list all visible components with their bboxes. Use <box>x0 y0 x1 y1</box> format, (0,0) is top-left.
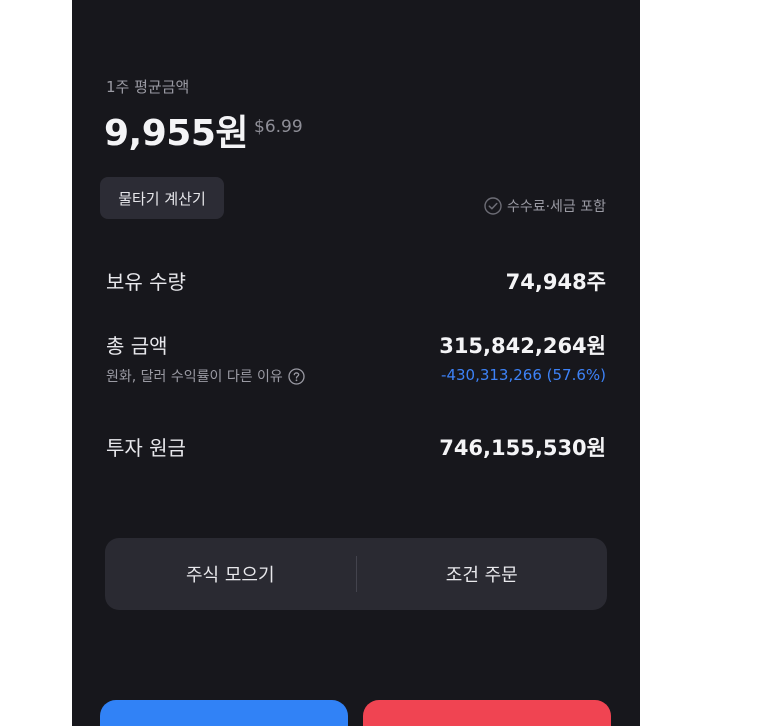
order-action-bar: 주식 모으기 조건 주문 <box>105 538 607 610</box>
buy-button[interactable] <box>100 700 348 726</box>
question-circle-icon[interactable] <box>288 367 305 385</box>
stock-detail-screen: 1주 평균금액 9,955원 $6.99 물타기 계산기 수수료·세금 포함 보… <box>72 0 640 726</box>
quantity-label: 보유 수량 <box>106 270 186 294</box>
collect-stock-label: 주식 모으기 <box>185 565 275 586</box>
fx-return-difference-link[interactable]: 원화, 달러 수익률이 다른 이유 <box>106 366 305 386</box>
principal-value: 746,155,530원 <box>439 436 606 460</box>
fee-tax-included-toggle[interactable]: 수수료·세금 포함 <box>484 196 606 216</box>
total-amount-label: 총 금액 <box>106 334 168 358</box>
average-price-label: 1주 평균금액 <box>106 78 190 96</box>
profit-loss-value: -430,313,266 (57.6%) <box>441 366 606 384</box>
check-circle-icon <box>484 197 502 215</box>
quantity-value: 74,948주 <box>505 270 606 294</box>
principal-label: 투자 원금 <box>106 436 186 460</box>
total-amount-value: 315,842,264원 <box>439 334 606 358</box>
sell-button[interactable] <box>363 700 611 726</box>
fx-return-difference-label: 원화, 달러 수익률이 다른 이유 <box>106 369 283 385</box>
averaging-calculator-label: 물타기 계산기 <box>118 189 206 208</box>
collect-stock-button[interactable]: 주식 모으기 <box>105 538 356 610</box>
conditional-order-button[interactable]: 조건 주문 <box>357 538 608 610</box>
conditional-order-label: 조건 주문 <box>445 565 518 586</box>
fee-tax-included-label: 수수료·세금 포함 <box>506 199 606 215</box>
average-price-value: 9,955원 <box>104 113 249 154</box>
averaging-calculator-button[interactable]: 물타기 계산기 <box>100 177 224 219</box>
average-price-usd: $6.99 <box>254 117 303 137</box>
